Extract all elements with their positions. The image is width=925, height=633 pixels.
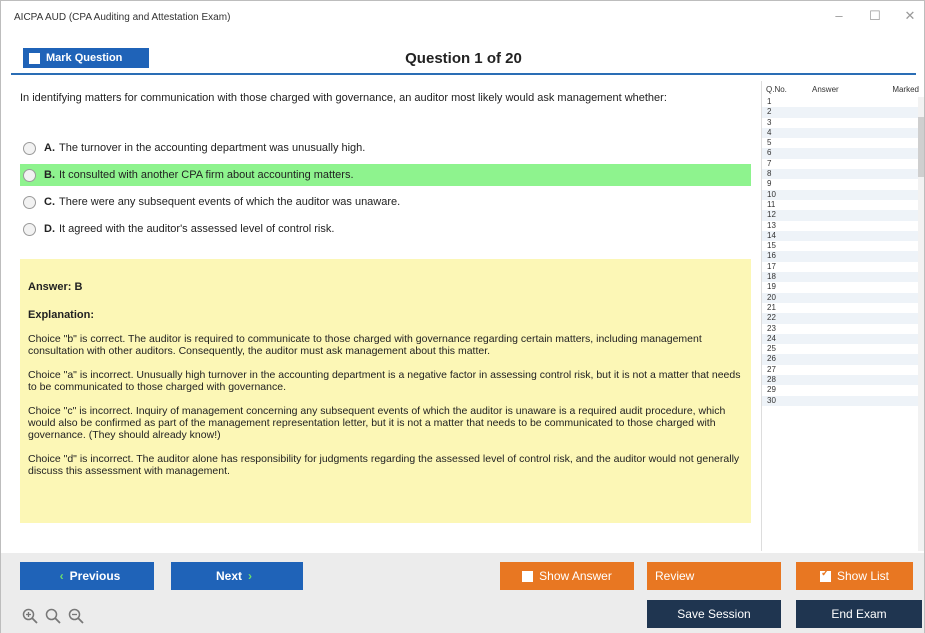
question-list-row[interactable]: 15 [762, 241, 924, 251]
footer-bar: ‹ Previous Next › Show Answer Review Sho… [1, 553, 924, 633]
option-text: It agreed with the auditor's assessed le… [59, 223, 335, 235]
next-button[interactable]: Next › [171, 562, 303, 590]
question-list-row[interactable]: 11 [762, 200, 924, 210]
option-letter: A. [44, 142, 55, 154]
question-list-row[interactable]: 29 [762, 385, 924, 395]
question-list-row[interactable]: 21 [762, 303, 924, 313]
previous-button[interactable]: ‹ Previous [20, 562, 154, 590]
option-text: It consulted with another CPA firm about… [59, 169, 354, 181]
question-list-row[interactable]: 30 [762, 395, 924, 406]
chevron-right-icon: › [248, 569, 252, 583]
question-list-panel: Q.No. Answer Marked 1 2 3 4 5 6 7 8 9 10 11 12 13 14 1… [761, 81, 924, 551]
next-label: Next [215, 569, 242, 583]
radio-icon[interactable] [23, 222, 36, 236]
explanation-paragraph: Choice "a" is incorrect. Unusually high … [28, 369, 741, 393]
question-list-row[interactable]: 24 [762, 333, 924, 345]
question-header: Mark Question Question 1 of 20 [11, 41, 916, 75]
chevron-left-icon: ‹ [59, 569, 64, 583]
question-list-row[interactable]: 13 [762, 221, 924, 231]
explanation-heading: Explanation: [28, 309, 95, 321]
question-list-rows: 1 2 3 4 5 6 7 8 9 10 11 12 13 14 15 16 17 18 19 20 21 22 23 24 2… [762, 97, 924, 406]
title-bar: AICPA AUD (CPA Auditing and Attestation … [1, 1, 924, 33]
question-list-row[interactable]: 17 [762, 262, 924, 272]
question-list-row[interactable]: 8 [762, 169, 924, 180]
option-c[interactable]: C. There were any subsequent events of w… [20, 191, 751, 213]
question-list-row[interactable]: 19 [762, 282, 924, 292]
answer-label: Answer: B [28, 281, 83, 293]
question-list-row[interactable]: 9 [762, 179, 924, 189]
scrollbar-thumb[interactable] [918, 117, 924, 177]
question-list-row[interactable]: 18 [762, 272, 924, 283]
zoom-in-icon[interactable] [22, 608, 38, 627]
option-letter: D. [44, 223, 55, 235]
option-letter: B. [44, 169, 55, 181]
end-exam-button[interactable]: End Exam [796, 600, 922, 628]
option-d[interactable]: D. It agreed with the auditor's assessed… [20, 218, 751, 240]
qno-column-header: Q.No. [766, 84, 787, 94]
question-list-row[interactable]: 25 [762, 344, 924, 354]
checkbox-icon [522, 570, 534, 582]
show-list-button[interactable]: Show List [796, 562, 913, 590]
zoom-out-icon[interactable] [68, 608, 84, 627]
question-list-row[interactable]: 27 [762, 365, 924, 375]
marked-column-header: Marked [892, 84, 919, 94]
question-text: In identifying matters for communication… [20, 92, 667, 104]
close-icon[interactable]: ✕ [903, 9, 917, 23]
question-list-row[interactable]: 10 [762, 189, 924, 200]
question-list-row[interactable]: 3 [762, 118, 924, 128]
question-list-row[interactable]: 26 [762, 354, 924, 365]
option-text: There were any subsequent events of whic… [59, 196, 401, 208]
radio-icon[interactable] [23, 195, 36, 209]
explanation-paragraph: Choice "c" is incorrect. Inquiry of mana… [28, 405, 726, 441]
radio-icon[interactable] [23, 168, 36, 182]
review-button[interactable]: Review [647, 562, 781, 590]
window-title: AICPA AUD (CPA Auditing and Attestation … [14, 12, 231, 23]
question-list-row[interactable]: 6 [762, 148, 924, 159]
explanation-paragraph: Choice "d" is incorrect. The auditor alo… [28, 453, 740, 477]
maximize-icon[interactable]: ☐ [868, 9, 882, 23]
zoom-reset-icon[interactable] [45, 608, 61, 627]
previous-label: Previous [69, 569, 121, 583]
question-list-row[interactable]: 1 [762, 97, 924, 107]
app-window: AICPA AUD (CPA Auditing and Attestation … [0, 0, 925, 633]
question-list-row[interactable]: 4 [762, 127, 924, 139]
question-list-row[interactable]: 7 [762, 159, 924, 169]
question-list-row[interactable]: 2 [762, 107, 924, 118]
end-exam-label: End Exam [831, 607, 887, 621]
question-list-row[interactable]: 16 [762, 251, 924, 262]
option-text: The turnover in the accounting departmen… [59, 142, 366, 154]
save-session-label: Save Session [677, 607, 751, 621]
question-list-row[interactable]: 20 [762, 292, 924, 303]
option-letter: C. [44, 196, 55, 208]
show-list-label: Show List [836, 569, 890, 583]
explanation-paragraph: Choice "b" is correct. The auditor is re… [28, 333, 702, 357]
review-label: Review [655, 569, 695, 583]
question-list-row[interactable]: 14 [762, 230, 924, 242]
explanation-panel: Answer: B Explanation: Choice "b" is cor… [20, 259, 751, 523]
question-list-row[interactable]: 28 [762, 375, 924, 386]
show-answer-button[interactable]: Show Answer [500, 562, 634, 590]
show-answer-label: Show Answer [539, 569, 612, 583]
question-list-scrollbar[interactable] [918, 97, 924, 551]
checked-checkbox-icon [819, 568, 831, 582]
question-list-row[interactable]: 22 [762, 313, 924, 324]
option-b[interactable]: B. It consulted with another CPA firm ab… [20, 164, 751, 186]
answer-column-header: Answer [812, 84, 839, 94]
question-list-row[interactable]: 23 [762, 324, 924, 334]
radio-icon[interactable] [23, 141, 36, 155]
question-counter: Question 1 of 20 [405, 50, 522, 67]
question-list-row[interactable]: 5 [762, 138, 924, 148]
option-a[interactable]: A. The turnover in the accounting depart… [20, 137, 751, 159]
minimize-icon[interactable]: – [832, 9, 846, 23]
question-list-row[interactable]: 12 [762, 210, 924, 221]
question-list-header: Q.No. Answer Marked [762, 81, 924, 97]
save-session-button[interactable]: Save Session [647, 600, 781, 628]
